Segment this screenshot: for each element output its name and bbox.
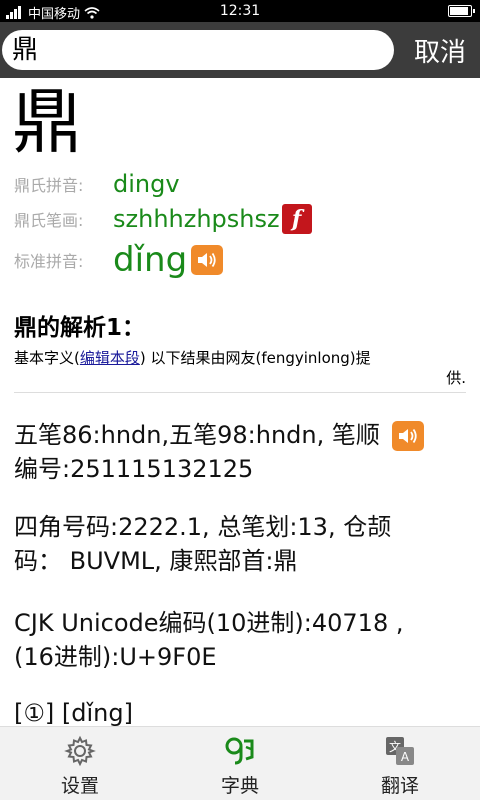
nav-label-settings: 设置 xyxy=(60,775,99,797)
status-time: 12:31 xyxy=(219,3,261,19)
unicode-line-1: CJK Unicode编码(10进制):40718 , xyxy=(14,609,404,637)
info-label: 标准拼音: xyxy=(14,252,84,271)
info-label: 鼎氏拼音: xyxy=(14,176,84,195)
info-label: 鼎氏笔画: xyxy=(14,211,84,230)
headword: 鼎 xyxy=(12,81,82,163)
nav-item-translate[interactable]: 文 A 翻译 xyxy=(320,727,480,800)
info-row-standard-pinyin: 标准拼音: dǐng xyxy=(14,240,224,280)
gear-icon xyxy=(63,735,97,767)
unicode-paragraph: CJK Unicode编码(10进制):40718 , (16进制):U+9F0… xyxy=(14,606,470,674)
entry-content[interactable]: 鼎 鼎氏拼音: dingv 鼎氏笔画: szhhhzhpshsz f 标准拼音:… xyxy=(0,78,480,726)
translate-icon: 文 A xyxy=(383,735,417,767)
analysis-suffix-end: 供. xyxy=(446,369,466,387)
wubi-paragraph: 五笔86:hndn,五笔98:hndn, 笔顺 编号:251115132125 xyxy=(14,418,470,486)
sijiao-line-1: 四角号码:2222.1, 总笔划:13, 仓颉 xyxy=(14,513,392,541)
sense-heading: [①] [dǐng] xyxy=(14,699,133,726)
unicode-line-2: (16进制):U+9F0E xyxy=(14,643,217,671)
search-input[interactable] xyxy=(2,30,394,70)
stroke-order-speaker-icon[interactable] xyxy=(391,421,424,451)
analysis-prefix: 基本字义( xyxy=(14,349,80,367)
nav-label-dictionary: 字典 xyxy=(220,775,259,797)
info-value: szhhhzhpshsz xyxy=(113,205,280,233)
analysis-subtitle: 基本字义(编辑本段) 以下结果由网友(fengyinlong)提 供. xyxy=(14,348,466,388)
nav-label-translate: 翻译 xyxy=(380,775,419,797)
bottom-nav: 设置 字典 文 A 翻译 xyxy=(0,726,480,800)
wubi-line-2: 编号:251115132125 xyxy=(14,455,254,483)
divider xyxy=(14,392,466,393)
battery-icon xyxy=(448,5,475,17)
analysis-title: 鼎的解析1： xyxy=(14,315,146,341)
wubi-line-1: 五笔86:hndn,五笔98:hndn, 笔顺 xyxy=(14,421,380,449)
search-bar: 取消 xyxy=(0,22,480,78)
nav-item-settings[interactable]: 设置 xyxy=(0,727,160,800)
info-value: dingv xyxy=(113,170,180,198)
sijiao-line-2: 码： BUVML, 康熙部首:鼎 xyxy=(14,547,298,575)
svg-text:A: A xyxy=(401,750,410,764)
status-bar: 中国移动 12:31 xyxy=(0,0,480,22)
nav-item-dictionary[interactable]: 字典 xyxy=(160,727,320,800)
sijiao-paragraph: 四角号码:2222.1, 总笔划:13, 仓颉 码： BUVML, 康熙部首:鼎 xyxy=(14,510,470,578)
dictionary-icon xyxy=(223,735,257,767)
speaker-icon[interactable] xyxy=(191,245,224,275)
info-value: dǐng xyxy=(113,240,188,280)
info-row-dingshi-strokes: 鼎氏笔画: szhhhzhpshsz f xyxy=(14,204,312,234)
edit-section-link[interactable]: 编辑本段 xyxy=(80,349,140,367)
analysis-suffix: ) 以下结果由网友(fengyinlong)提 xyxy=(139,349,371,367)
flash-icon[interactable]: f xyxy=(281,204,312,234)
info-row-dingshi-pinyin: 鼎氏拼音: dingv xyxy=(14,170,180,198)
cancel-button[interactable]: 取消 xyxy=(414,32,466,69)
